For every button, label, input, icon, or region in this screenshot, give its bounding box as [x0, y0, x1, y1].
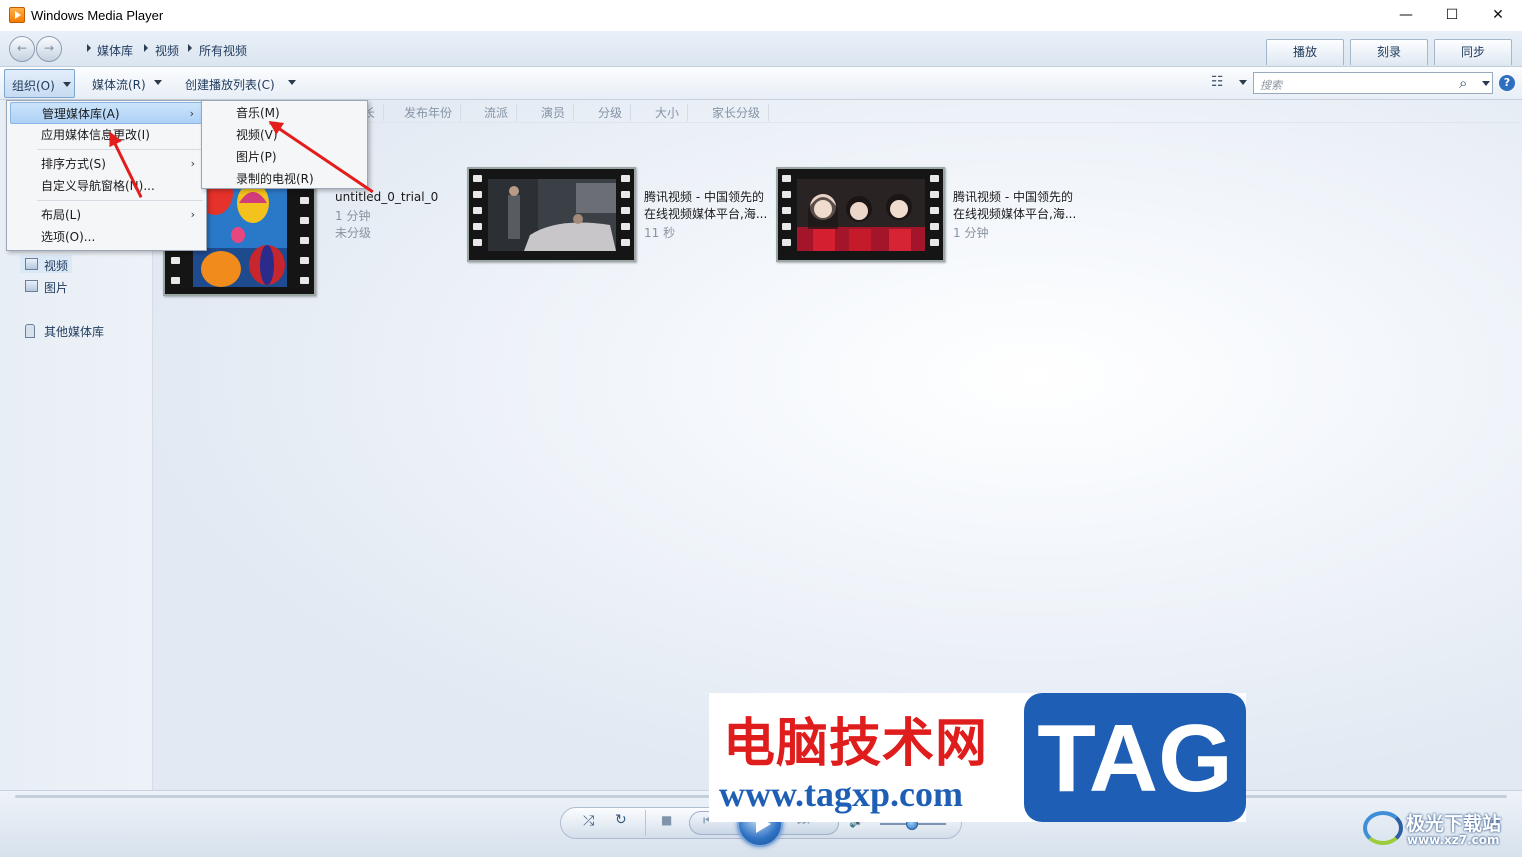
column-actors[interactable]: 演员 [541, 104, 575, 121]
maximize-button[interactable]: ☐ [1429, 0, 1475, 31]
search-placeholder: 搜索 [1260, 79, 1282, 92]
submenu-item-pictures[interactable]: 图片(P) [205, 146, 364, 168]
sidebar-item-pictures[interactable]: 图片 [44, 279, 68, 296]
organize-button[interactable]: 组织(O) [4, 69, 75, 98]
watermark-xz7: 极光下载站 www.xz7.com [1360, 805, 1520, 851]
video-title-1[interactable]: untitled_0_trial_0 [335, 189, 465, 206]
watermark-tagxp: 电脑技术网 www.tagxp.com TAG [709, 693, 1246, 822]
video-title-2-line2[interactable]: 在线视频媒体平台,海... [644, 206, 774, 223]
organize-menu: 管理媒体库(A) › 应用媒体信息更改(I) 排序方式(S) › 自定义导航窗格… [6, 100, 207, 251]
chevron-down-icon[interactable] [1482, 81, 1490, 86]
chevron-down-icon[interactable] [154, 80, 162, 85]
submenu-item-videos[interactable]: 视频(V) [205, 124, 364, 146]
breadcrumb-library[interactable]: 媒体库 [97, 42, 133, 59]
menu-item-sort-by[interactable]: 排序方式(S) › [10, 153, 203, 175]
stop-icon[interactable]: ■ [661, 813, 672, 827]
watermark2-cn-text: 极光下载站 [1406, 813, 1502, 835]
watermark-tag-logo: TAG [1024, 693, 1246, 822]
breadcrumb-separator-icon [87, 44, 91, 52]
video-duration-2: 11 秒 [644, 226, 676, 240]
close-button[interactable]: ✕ [1475, 0, 1521, 31]
chevron-right-icon: › [190, 208, 195, 221]
menu-item-label: 排序方式(S) [41, 157, 106, 171]
manage-libraries-submenu: 音乐(M) 视频(V) 图片(P) 录制的电视(R) [201, 100, 368, 189]
stream-button[interactable]: 媒体流(R) [92, 76, 146, 93]
video-library-icon [25, 258, 38, 270]
breadcrumb-videos[interactable]: 视频 [155, 42, 179, 59]
magnifier-icon[interactable]: ⌕ [1459, 74, 1467, 92]
other-libraries-icon [25, 324, 35, 338]
tab-play[interactable]: 播放 [1266, 39, 1344, 65]
balloon-thumbnail-image [193, 173, 287, 287]
menu-separator [37, 200, 203, 201]
sidebar-item-videos[interactable]: 视频 [44, 257, 68, 274]
chevron-down-icon [63, 82, 71, 87]
menu-item-layout[interactable]: 布局(L) › [10, 204, 203, 226]
column-release-year[interactable]: 发布年份 [404, 104, 462, 121]
breadcrumb-all-videos[interactable]: 所有视频 [199, 42, 247, 59]
watermark-url-text: www.tagxp.com [719, 774, 963, 814]
xz7-logo-icon [1363, 811, 1403, 845]
video-duration-1: 1 分钟 [335, 209, 371, 223]
help-icon[interactable]: ? [1499, 75, 1515, 91]
tab-burn[interactable]: 刻录 [1350, 39, 1428, 65]
toolbar: 组织(O) 媒体流(R) 创建播放列表(C) ☷ 搜索 ⌕ ? [0, 67, 1522, 100]
breadcrumb-separator-icon [144, 44, 148, 52]
chevron-right-icon: › [190, 157, 195, 170]
back-arrow-icon[interactable]: ← [9, 36, 35, 62]
breadcrumb-separator-icon [188, 44, 192, 52]
tab-sync[interactable]: 同步 [1434, 39, 1512, 65]
menu-item-options[interactable]: 选项(O)... [10, 226, 203, 248]
chevron-right-icon: › [189, 107, 194, 120]
column-parental-rating[interactable]: 家长分级 [712, 104, 770, 121]
view-options-icon[interactable]: ☷ [1211, 74, 1224, 90]
video-thumbnail-3[interactable] [776, 167, 945, 262]
window-title: Windows Media Player [31, 8, 164, 23]
three-women-image [797, 179, 925, 251]
video-title-3-line2[interactable]: 在线视频媒体平台,海... [953, 206, 1083, 223]
video-rating-1: 未分级 [335, 226, 372, 240]
watermark2-url-text: www.xz7.com [1407, 833, 1500, 847]
watermark-cn-text: 电脑技术网 [723, 713, 989, 774]
wmp-app-icon [9, 7, 25, 23]
navigation-bar: ← → 媒体库 视频 所有视频 播放 刻录 同步 [0, 31, 1522, 67]
picture-library-icon [25, 280, 38, 292]
search-input[interactable]: 搜索 ⌕ [1253, 72, 1493, 94]
column-rating[interactable]: 分级 [598, 104, 632, 121]
shuffle-icon[interactable]: ⤮ [583, 813, 594, 829]
submenu-item-music[interactable]: 音乐(M) [205, 102, 364, 124]
column-size[interactable]: 大小 [655, 104, 689, 121]
video-title-2[interactable]: 腾讯视频 - 中国领先的 [644, 189, 774, 206]
title-bar: Windows Media Player — ☐ ✕ [0, 0, 1522, 31]
controls-divider [645, 810, 646, 836]
bedroom-scene-image [488, 179, 616, 251]
sidebar-item-other-libraries[interactable]: 其他媒体库 [44, 323, 104, 340]
forward-arrow-icon[interactable]: → [36, 36, 62, 62]
column-genre[interactable]: 流派 [484, 104, 518, 121]
repeat-icon[interactable]: ↻ [615, 812, 627, 828]
menu-item-label: 管理媒体库(A) [42, 107, 120, 121]
minimize-button[interactable]: — [1383, 0, 1429, 31]
menu-item-manage-libraries[interactable]: 管理媒体库(A) › [10, 102, 203, 124]
chevron-down-icon[interactable] [1239, 80, 1247, 85]
chevron-down-icon[interactable] [288, 80, 296, 85]
organize-label: 组织(O) [12, 79, 55, 93]
menu-item-customize-nav-pane[interactable]: 自定义导航窗格(N)... [10, 175, 203, 197]
create-playlist-button[interactable]: 创建播放列表(C) [185, 76, 275, 93]
menu-item-label: 布局(L) [41, 208, 82, 222]
video-title-3[interactable]: 腾讯视频 - 中国领先的 [953, 189, 1083, 206]
video-duration-3: 1 分钟 [953, 226, 989, 240]
video-thumbnail-2[interactable] [467, 167, 636, 262]
